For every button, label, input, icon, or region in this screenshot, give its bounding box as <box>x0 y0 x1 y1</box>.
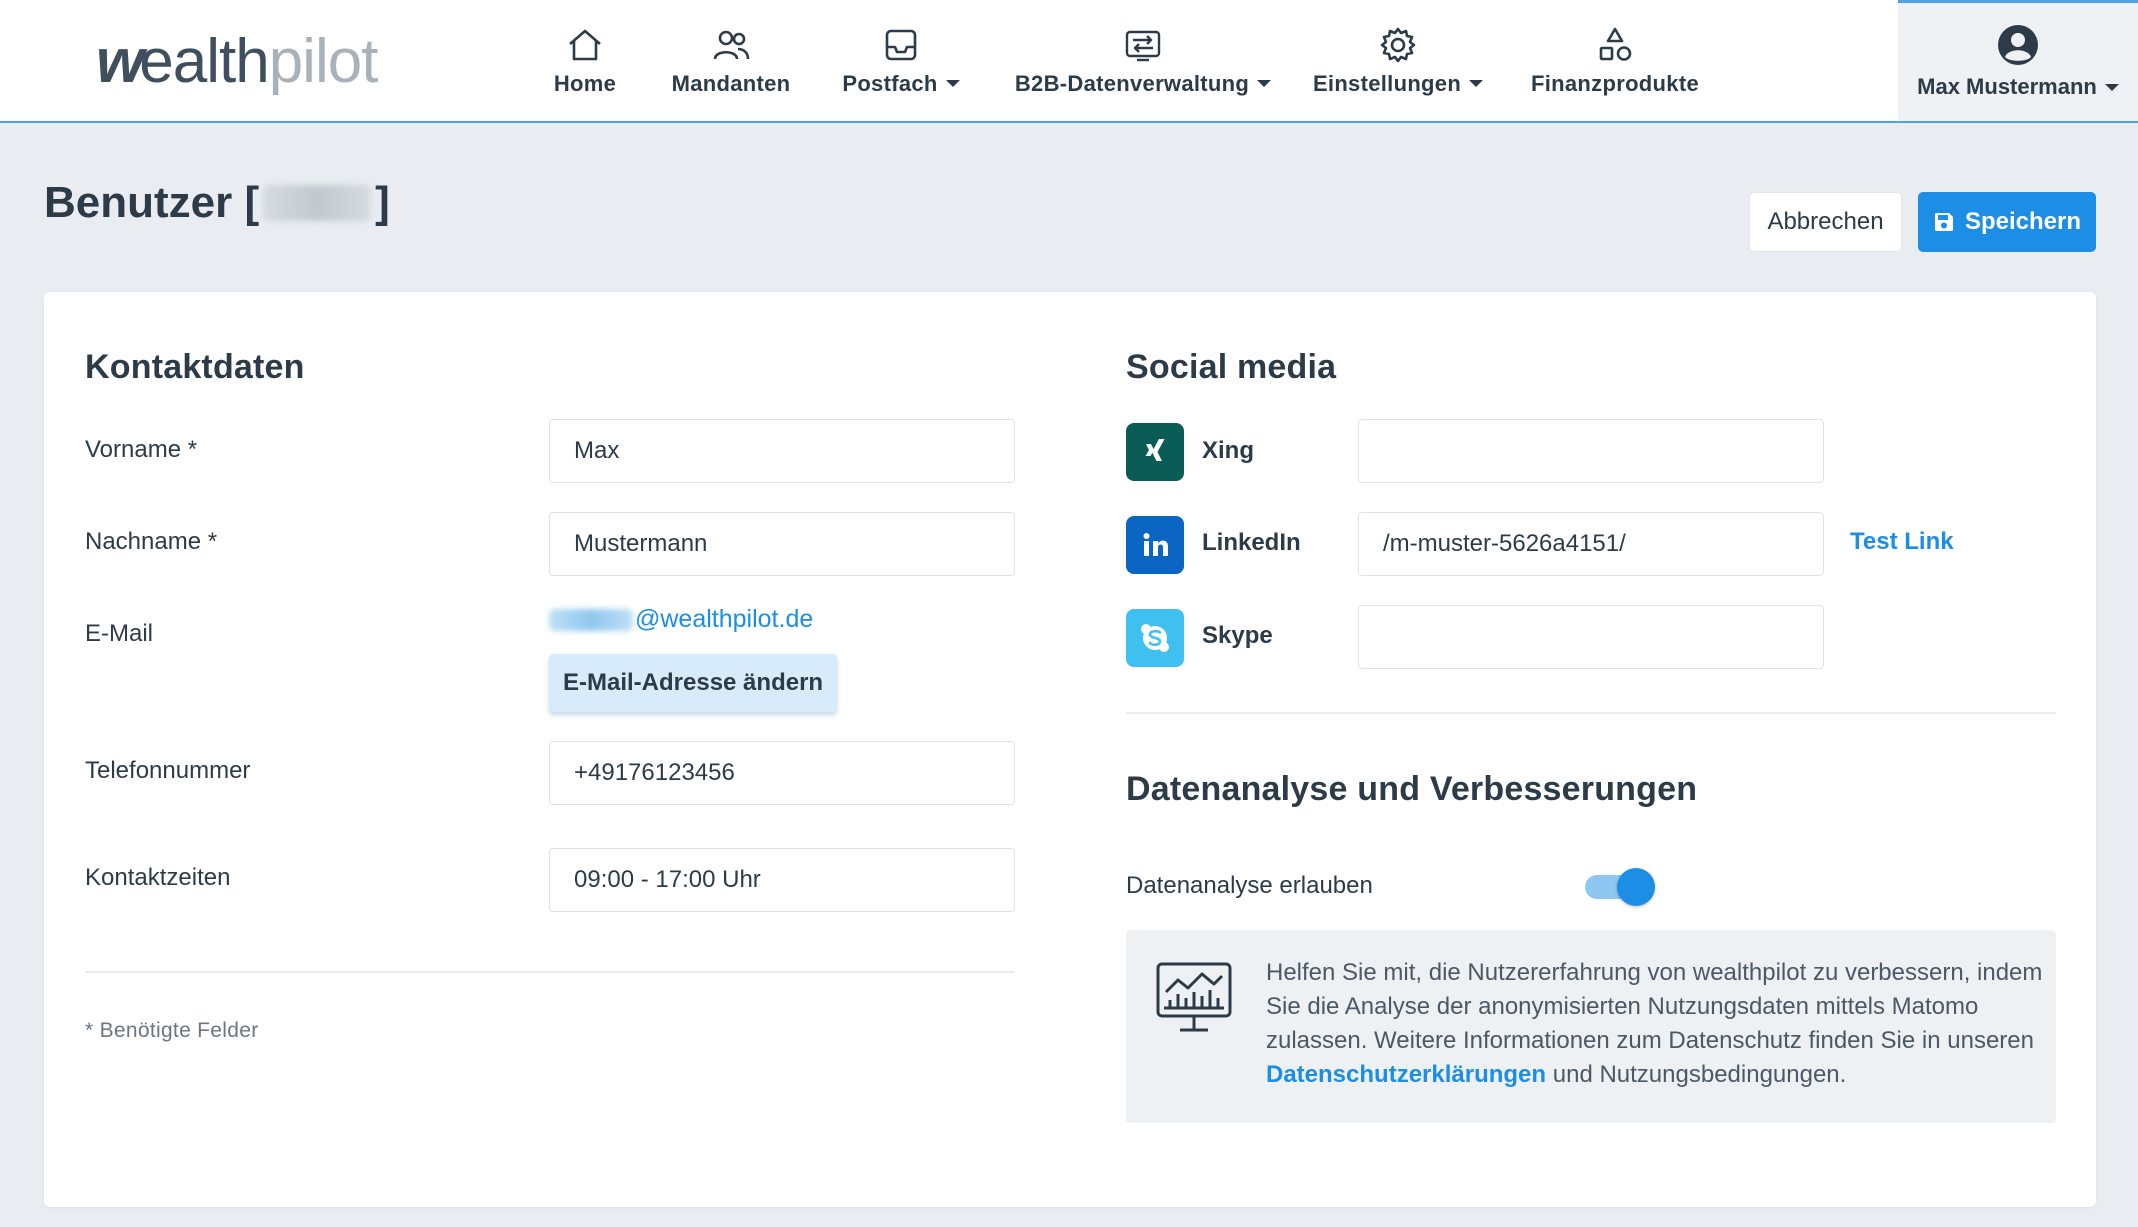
chevron-down-icon <box>1257 80 1272 87</box>
gear-icon <box>1380 27 1416 62</box>
chevron-down-icon <box>945 80 960 87</box>
users-icon <box>713 30 750 59</box>
data-transfer-icon <box>1125 30 1161 61</box>
social-section-title: Social media <box>1126 348 1337 386</box>
linkedin-icon <box>1126 516 1184 574</box>
xing-icon <box>1126 423 1184 481</box>
linkedin-label: LinkedIn <box>1202 529 1301 556</box>
change-email-button[interactable]: E-Mail-Adresse ändern <box>549 654 838 712</box>
page-title: Benutzer [] <box>44 178 390 227</box>
wealthpilot-logo[interactable]: w ealth pilot <box>96 22 378 102</box>
contact-section-title: Kontaktdaten <box>85 348 305 386</box>
nav-item-einstellungen[interactable]: Einstellungen <box>1313 0 1484 121</box>
test-link[interactable]: Test Link <box>1850 528 1954 556</box>
divider <box>1126 712 2056 714</box>
contact-times-input[interactable] <box>549 848 1015 912</box>
cancel-button[interactable]: Abbrechen <box>1749 192 1902 252</box>
firstname-label: Vorname * <box>85 436 198 463</box>
email-label: E-Mail <box>85 620 154 647</box>
xing-label: Xing <box>1202 437 1254 464</box>
top-navigation-bar: w ealth pilot Home Mandanten Postfach B2… <box>0 0 2138 123</box>
save-button[interactable]: Speichern <box>1918 192 2096 252</box>
user-circle-icon <box>1998 25 2038 65</box>
chevron-down-icon <box>1469 80 1484 87</box>
lastname-label: Nachname * <box>85 528 218 555</box>
lastname-input[interactable] <box>549 512 1015 576</box>
toggle-knob <box>1617 868 1655 906</box>
nav-item-mandanten[interactable]: Mandanten <box>666 0 796 121</box>
required-fields-hint: * Benötigte Felder <box>85 1019 259 1042</box>
phone-label: Telefonnummer <box>85 757 251 784</box>
skype-input[interactable] <box>1358 605 1824 669</box>
shapes-icon <box>1599 27 1632 61</box>
user-menu[interactable]: Max Mustermann <box>1898 0 2138 121</box>
analytics-toggle[interactable] <box>1585 867 1655 907</box>
phone-input[interactable] <box>549 741 1015 805</box>
xing-input[interactable] <box>1358 419 1824 483</box>
nav-item-finanzprodukte[interactable]: Finanzprodukte <box>1530 0 1700 121</box>
user-form-card: Kontaktdaten Vorname * Nachname * E-Mail… <box>44 292 2096 1207</box>
redacted-username <box>263 185 372 221</box>
skype-label: Skype <box>1202 622 1273 649</box>
analytics-toggle-label: Datenanalyse erlauben <box>1126 872 1373 899</box>
inbox-icon <box>885 29 917 60</box>
firstname-input[interactable] <box>549 419 1015 483</box>
contact-times-label: Kontaktzeiten <box>85 864 231 891</box>
analytics-info-text: Helfen Sie mit, die Nutzererfahrung von … <box>1266 959 2043 1088</box>
analytics-info-box: Helfen Sie mit, die Nutzererfahrung von … <box>1126 930 2056 1123</box>
email-address-link[interactable]: @wealthpilot.de <box>549 605 813 634</box>
nav-item-postfach[interactable]: Postfach <box>840 0 962 121</box>
redacted-email-local-part <box>549 608 633 631</box>
home-icon <box>569 29 601 60</box>
nav-item-b2b-datenverwaltung[interactable]: B2B-Datenverwaltung <box>1010 0 1276 121</box>
privacy-policy-link[interactable]: Datenschutzerklärungen <box>1266 1061 1546 1088</box>
user-name: Max Mustermann <box>1917 74 2097 99</box>
analytics-section-title: Datenanalyse und Verbesserungen <box>1126 770 1698 808</box>
analytics-monitor-icon <box>1156 962 1232 1032</box>
chevron-down-icon <box>2104 83 2119 91</box>
skype-icon <box>1126 609 1184 667</box>
linkedin-input[interactable] <box>1358 512 1824 576</box>
floppy-disk-icon <box>1934 213 1953 231</box>
divider <box>85 971 1015 973</box>
nav-item-home[interactable]: Home <box>540 0 630 121</box>
